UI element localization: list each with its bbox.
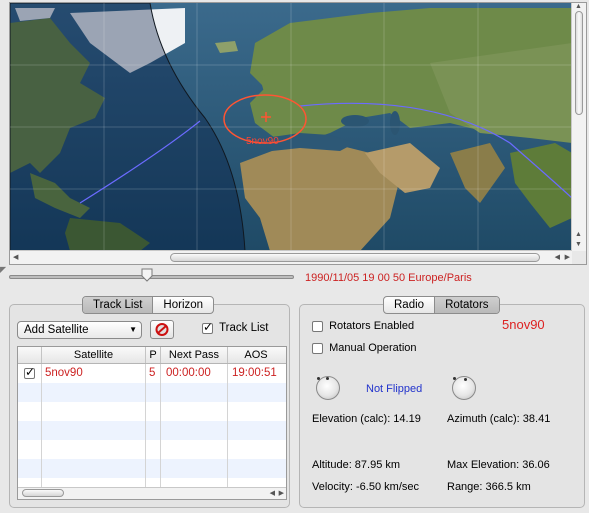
column-divider: [227, 364, 228, 498]
add-satellite-label: Add Satellite: [24, 324, 89, 336]
velocity: Velocity: -6.50 km/sec: [312, 481, 419, 493]
table-horizontal-scrollbar[interactable]: ◀ ▶: [18, 487, 286, 499]
rotators-enabled-checkbox[interactable]: [312, 320, 323, 332]
dropdown-arrow-icon: ▼: [129, 325, 137, 334]
map-vertical-scroll-thumb[interactable]: [575, 11, 583, 115]
satellite-table[interactable]: Satellite P Next Pass AOS 5nov90 5 00:00…: [17, 346, 287, 500]
column-header-next-pass[interactable]: Next Pass: [161, 347, 228, 363]
row-satellite: 5nov90: [45, 367, 83, 379]
track-list-checkbox-label: Track List: [219, 322, 269, 335]
map-horizontal-scroll-thumb[interactable]: [170, 253, 540, 262]
column-divider: [41, 364, 42, 498]
column-divider: [145, 364, 146, 498]
table-row-empty: [18, 440, 286, 459]
left-tab-bar: Track List Horizon: [82, 296, 215, 314]
scroll-left-arrow-icon[interactable]: ◀: [270, 489, 275, 498]
tab-track-list[interactable]: Track List: [83, 297, 153, 313]
rotator-satellite-name: 5nov90: [502, 317, 545, 332]
scroll-left-arrow-icon[interactable]: ◀: [13, 253, 18, 262]
scroll-corner: [572, 251, 586, 264]
current-time-display: 1990/11/05 19 00 50 Europe/Paris: [305, 272, 472, 284]
track-list-checkbox[interactable]: [202, 320, 213, 334]
right-tab-bar: Radio Rotators: [383, 296, 500, 314]
time-slider-thumb[interactable]: [141, 268, 153, 282]
flip-status: Not Flipped: [366, 383, 423, 395]
caspian-sea: [390, 111, 400, 135]
row-p: 5: [149, 367, 156, 379]
table-row-empty: [18, 459, 286, 478]
scroll-down-arrow-icon[interactable]: ▼: [575, 240, 582, 249]
scroll-right-arrow-icon[interactable]: ▶: [565, 253, 570, 262]
tab-rotators[interactable]: Rotators: [434, 297, 499, 313]
range: Range: 366.5 km: [447, 481, 531, 493]
black-sea: [341, 115, 369, 127]
manual-operation-toggle[interactable]: Manual Operation: [312, 342, 417, 354]
row-aos: 19:00:51: [232, 367, 277, 379]
tab-horizon[interactable]: Horizon: [152, 297, 213, 313]
time-slider-start-marker-icon: ◤: [0, 265, 7, 274]
rotators-panel: [299, 304, 585, 508]
altitude: Altitude: 87.95 km: [312, 459, 401, 471]
table-scroll-thumb[interactable]: [22, 489, 64, 497]
azimuth-knob-indicator: [464, 378, 467, 381]
table-header: Satellite P Next Pass AOS: [18, 347, 286, 364]
remove-satellite-button[interactable]: [150, 320, 174, 339]
world-map[interactable]: 5nov90: [10, 3, 572, 251]
row-track-checkbox[interactable]: [24, 365, 35, 379]
rotators-enabled-toggle[interactable]: Rotators Enabled: [312, 320, 414, 332]
world-map-view[interactable]: 5nov90 ▲ ▲ ▼ ◀ ◀ ▶: [9, 2, 587, 265]
table-row-empty: [18, 421, 286, 440]
column-divider: [160, 364, 161, 498]
rotators-enabled-label: Rotators Enabled: [329, 320, 415, 333]
table-row-empty: [18, 383, 286, 402]
elevation-knob-indicator: [326, 377, 329, 380]
elevation-calc: Elevation (calc): 14.19: [312, 413, 421, 425]
column-header-satellite[interactable]: Satellite: [42, 347, 146, 363]
table-body: 5nov90 5 00:00:00 19:00:51: [18, 364, 286, 498]
azimuth-calc: Azimuth (calc): 38.41: [447, 413, 551, 425]
max-elevation: Max Elevation: 36.06: [447, 459, 550, 471]
row-next-pass: 00:00:00: [166, 367, 211, 379]
column-header-check[interactable]: [18, 347, 42, 363]
map-horizontal-scrollbar[interactable]: ◀ ◀ ▶: [10, 250, 572, 264]
no-entry-icon: [155, 323, 169, 336]
manual-operation-checkbox[interactable]: [312, 342, 323, 354]
manual-operation-label: Manual Operation: [329, 342, 417, 355]
scroll-left-arrow-icon[interactable]: ◀: [555, 253, 560, 262]
scroll-up-arrow-icon[interactable]: ▲: [575, 3, 582, 11]
column-header-p[interactable]: P: [146, 347, 161, 363]
track-list-toggle[interactable]: Track List: [202, 320, 269, 335]
tab-radio[interactable]: Radio: [384, 297, 434, 313]
add-satellite-select[interactable]: Add Satellite ▼: [17, 321, 142, 339]
column-header-aos[interactable]: AOS: [228, 347, 284, 363]
scroll-right-arrow-icon[interactable]: ▶: [279, 489, 284, 498]
table-row-empty: [18, 402, 286, 421]
table-row[interactable]: 5nov90 5 00:00:00 19:00:51: [18, 364, 286, 383]
satellite-map-label: 5nov90: [246, 136, 279, 147]
scroll-up-arrow-icon[interactable]: ▲: [575, 230, 582, 239]
map-vertical-scrollbar[interactable]: ▲ ▲ ▼: [571, 3, 586, 251]
